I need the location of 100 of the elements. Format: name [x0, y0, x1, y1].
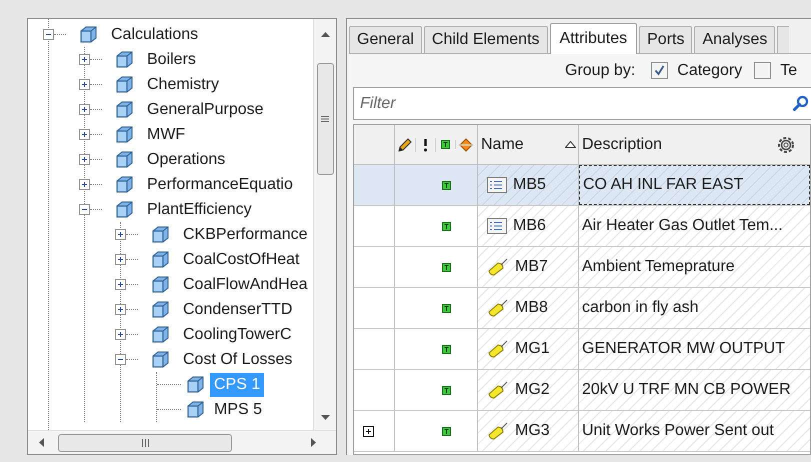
cube-icon — [152, 351, 169, 368]
tree-item[interactable]: CoolingTowerC — [179, 322, 296, 346]
tag-icon — [487, 422, 509, 440]
name-cell: MB6 — [478, 206, 579, 246]
table-row[interactable]: MG2 20kV U TRF MN CB POWER — [354, 370, 810, 411]
table-row[interactable]: MB6 Air Heater Gas Outlet Tem... — [354, 206, 810, 247]
tree-item[interactable]: Cost Of Losses — [179, 348, 296, 372]
table-row[interactable]: MB8 carbon in fly ash — [354, 288, 810, 329]
text-type-icon — [442, 386, 451, 394]
text-type-icon — [442, 262, 451, 272]
column-header[interactable]: Description — [579, 125, 810, 164]
diamond-icon — [459, 138, 473, 152]
collapse-icon[interactable] — [43, 29, 54, 40]
expand-icon[interactable] — [115, 254, 126, 265]
tree-item[interactable]: PlantEfficiency — [143, 198, 256, 222]
tree-item[interactable]: Operations — [143, 148, 230, 172]
column-header[interactable]: Name — [478, 125, 579, 164]
cube-icon — [152, 326, 169, 343]
list-icon — [487, 218, 507, 234]
text-type-icon — [442, 344, 451, 354]
text-type-icon — [442, 304, 451, 312]
expand-icon[interactable] — [363, 426, 374, 436]
tab[interactable]: Attributes — [550, 23, 638, 54]
text-type-icon — [441, 140, 450, 149]
cube-icon — [152, 276, 169, 293]
tree-item[interactable]: CoalFlowAndHea — [179, 272, 312, 296]
cube-icon — [152, 251, 169, 268]
table-row[interactable]: MG3 Unit Works Power Sent out — [354, 411, 810, 452]
expand-icon[interactable] — [115, 229, 126, 240]
tag-icon — [487, 258, 509, 276]
cube-icon — [116, 201, 133, 218]
horizontal-scrollbar[interactable] — [28, 430, 336, 454]
cube-icon — [116, 76, 133, 93]
checkbox[interactable] — [651, 62, 668, 79]
tag-icon — [487, 340, 509, 358]
collapse-icon[interactable] — [115, 354, 126, 365]
table-cell: 20kV U TRF MN CB POWER — [579, 370, 810, 410]
tree-item[interactable]: PerformanceEquatio — [143, 172, 297, 196]
table-cell: Unit Works Power Sent out — [579, 411, 810, 451]
cube-icon — [116, 126, 133, 143]
tree-item[interactable]: GeneralPurpose — [143, 98, 268, 122]
scroll-down-icon[interactable] — [320, 415, 330, 420]
table-row[interactable]: MB5 CO AH INL FAR EAST — [354, 165, 810, 206]
name-cell: MG1 — [478, 329, 579, 369]
cube-icon — [116, 51, 133, 68]
cube-icon — [152, 226, 169, 243]
tab[interactable]: General — [349, 26, 422, 53]
list-icon — [487, 177, 507, 193]
scroll-thumb[interactable] — [316, 63, 334, 175]
expand-icon[interactable] — [115, 279, 126, 290]
expand-icon[interactable] — [79, 54, 90, 65]
tree-item[interactable]: MPS 5 — [210, 398, 266, 422]
expand-icon[interactable] — [115, 329, 126, 340]
cube-icon — [116, 176, 133, 193]
name-cell: MB8 — [478, 288, 579, 328]
text-type-icon — [442, 426, 451, 436]
vertical-scrollbar[interactable] — [313, 19, 336, 430]
tree-item[interactable]: MWF — [143, 122, 190, 146]
tab[interactable]: Analyses — [694, 26, 776, 53]
expand-icon[interactable] — [79, 79, 90, 90]
scroll-left-icon[interactable] — [39, 438, 44, 447]
cube-icon — [187, 401, 204, 418]
table-row[interactable]: MB7 Ambient Temeprature — [354, 247, 810, 288]
checkbox-label[interactable]: Category — [677, 58, 742, 82]
expand-icon[interactable] — [79, 154, 90, 165]
name-cell: MG2 — [478, 370, 579, 410]
tree-item[interactable]: Calculations — [107, 22, 202, 46]
search-icon[interactable] — [793, 95, 809, 111]
cube-icon — [80, 26, 97, 43]
cube-icon — [116, 101, 133, 118]
table-cell: carbon in fly ash — [579, 288, 810, 328]
checkbox-label[interactable]: Te — [780, 58, 798, 82]
expand-icon[interactable] — [79, 104, 90, 115]
tree-item[interactable]: CondenserTTD — [179, 298, 296, 322]
tree-item[interactable]: CKBPerformance — [179, 222, 312, 246]
tab[interactable]: Ports — [639, 26, 692, 53]
filter-field[interactable]: Filter — [353, 87, 811, 120]
exclamation-icon — [423, 138, 428, 152]
scroll-thumb[interactable] — [58, 434, 232, 452]
expand-icon[interactable] — [79, 179, 90, 190]
collapse-icon[interactable] — [79, 204, 90, 215]
scroll-right-icon[interactable] — [311, 438, 316, 447]
tree-item[interactable]: Boilers — [143, 48, 200, 72]
expand-icon[interactable] — [79, 129, 90, 140]
table-row[interactable]: MG1 GENERATOR MW OUTPUT — [354, 329, 810, 370]
name-cell: MB7 — [478, 247, 579, 287]
expand-icon[interactable] — [115, 304, 126, 315]
tree-item[interactable]: CoalCostOfHeat — [179, 248, 304, 272]
checkbox[interactable] — [754, 62, 772, 79]
table-cell: GENERATOR MW OUTPUT — [579, 329, 810, 369]
cube-icon — [116, 151, 133, 168]
table-cell: CO AH INL FAR EAST — [579, 165, 810, 205]
name-cell: MG3 — [478, 411, 579, 451]
tab[interactable]: Child Elements — [424, 26, 548, 53]
group-by-label: Group by: — [565, 60, 636, 80]
sort-ascending-icon — [565, 141, 576, 148]
table-cell: Air Heater Gas Outlet Tem... — [579, 206, 810, 246]
settings-icon[interactable] — [776, 134, 796, 154]
scroll-up-icon[interactable] — [320, 32, 330, 37]
tree-item[interactable]: Chemistry — [143, 72, 224, 96]
